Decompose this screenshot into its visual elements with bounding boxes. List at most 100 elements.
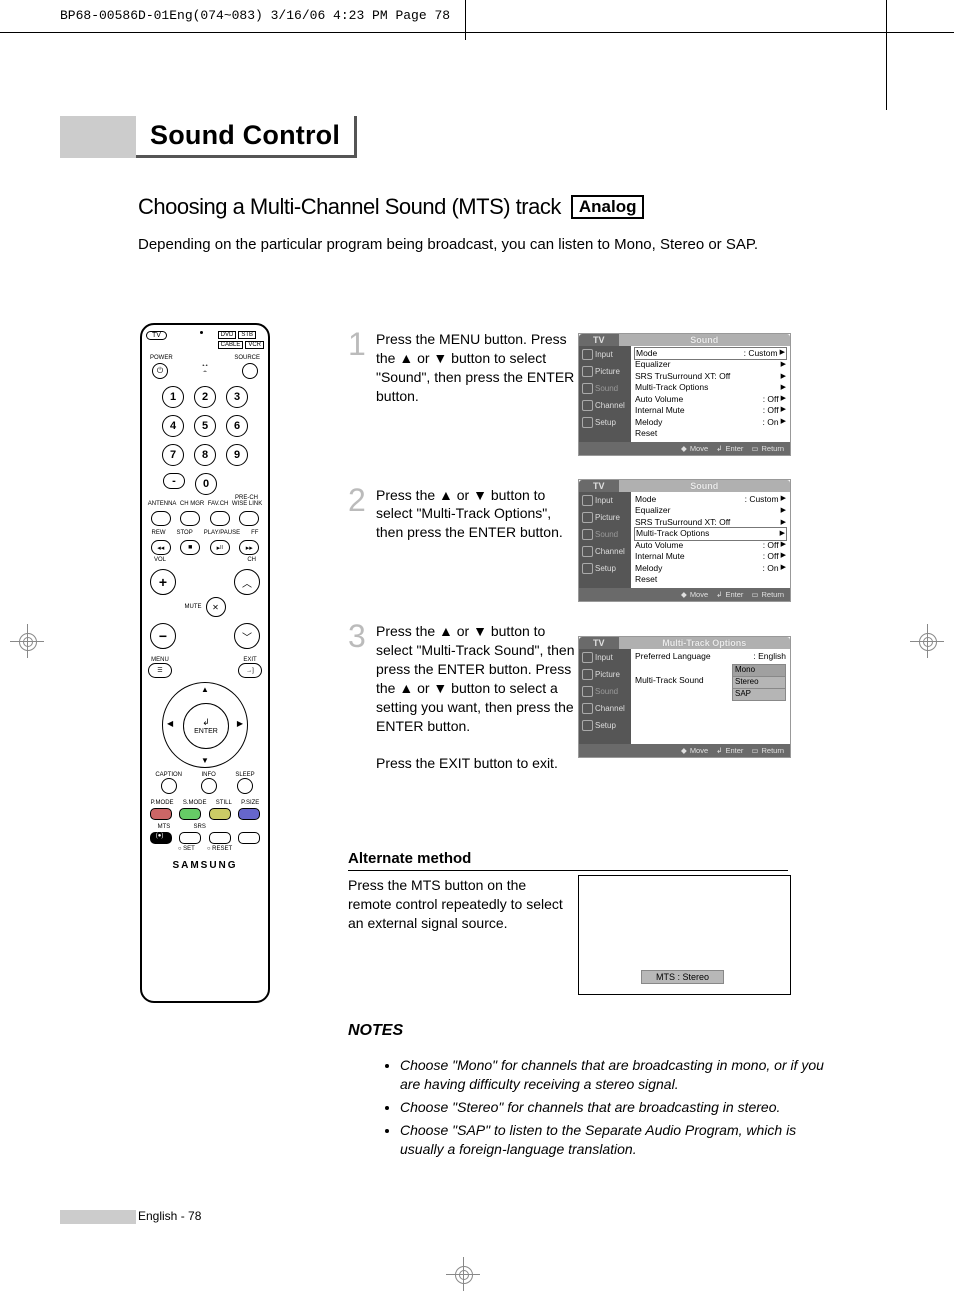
remote-dot [200, 331, 203, 334]
still-label: STILL [216, 800, 232, 806]
osd-header: TV Sound [579, 334, 790, 346]
step-1: 1 Press the MENU button. Press the ▲ or … [348, 330, 578, 406]
osd-title: Sound [619, 480, 790, 492]
num-7: 7 [162, 444, 184, 466]
osd-row: Equalizer▶ [635, 359, 786, 370]
remote-illustration: TV DVDSTB CABLEVCR POWER SOURCE ⏻ •·•·•·… [140, 323, 270, 1003]
osd-screenshot-1: TV Sound Input Picture Sound Channel Set… [578, 333, 791, 456]
play-label: PLAY/PAUSE [204, 530, 240, 536]
stop-button: ■ [180, 540, 200, 555]
osd-body: Input Picture Sound Channel Setup Mode: … [579, 346, 790, 442]
ch-up: ︿ [234, 569, 260, 595]
header-crop-info: BP68-00586D-01Eng(074~083) 3/16/06 4:23 … [60, 8, 450, 23]
step-number: 3 [348, 622, 370, 773]
source-button [242, 363, 258, 379]
info-label: INFO [201, 772, 217, 778]
page-footer: English - 78 [138, 1209, 201, 1223]
blue-button [238, 808, 260, 820]
osd-screenshot-3: TV Multi-Track Options Input Picture Sou… [578, 636, 791, 758]
stb-button: STB [238, 331, 256, 339]
pmode-label: P.MODE [151, 800, 174, 806]
osd-row: Mode: Custom▶ [635, 494, 786, 505]
input-icon [582, 495, 593, 506]
return-hint: ▭ Return [751, 746, 784, 755]
side-channel: Channel [579, 700, 631, 717]
button [209, 832, 231, 844]
section-title: Sound Control [136, 116, 357, 158]
num-row: 123 [146, 386, 264, 408]
note-item: Choose "Mono" for channels that are broa… [400, 1056, 830, 1094]
side-sound: Sound [579, 380, 631, 397]
mute-label: MUTE [185, 604, 202, 610]
step-number: 2 [348, 486, 370, 543]
chmgr-label: CH MGR [180, 501, 204, 507]
osd-title: Sound [619, 334, 790, 346]
power-source-labels: POWER SOURCE [146, 355, 264, 361]
osd-sidebar: Input Picture Sound Channel Setup [579, 492, 631, 588]
osd-sidebar: Input Picture Sound Channel Setup [579, 346, 631, 442]
yellow-button [209, 808, 231, 820]
osd-footer: ◆ Move ↲ Enter ▭ Return [579, 442, 790, 455]
vol-label: VOL [154, 557, 166, 563]
sleep-button [237, 778, 253, 794]
num-8: 8 [194, 444, 216, 466]
num-3: 3 [226, 386, 248, 408]
up-arrow-icon: ▲ [201, 685, 209, 694]
color-buttons [146, 808, 264, 820]
osd-row: Preferred Language: English [635, 651, 786, 662]
mts-button: (●) [150, 832, 172, 844]
tv-tab: TV [579, 637, 619, 649]
mts-screenshot: MTS : Stereo [578, 875, 791, 995]
num-6: 6 [226, 415, 248, 437]
crop-mark [0, 32, 954, 33]
stop-label: STOP [176, 530, 192, 536]
green-button [179, 808, 201, 820]
side-picture: Picture [579, 666, 631, 683]
favch-label: FAV.CH [208, 501, 229, 507]
step-number: 1 [348, 330, 370, 406]
power-label: POWER [150, 355, 173, 361]
dpad: ▲ ▼ ◀ ▶ ↲ENTER [162, 682, 248, 768]
channel-icon [582, 546, 593, 557]
vol-ch-labels: VOLCH [146, 557, 264, 563]
remote-top-row: TV DVDSTB CABLEVCR [146, 331, 264, 349]
play-button: ▸II [210, 540, 230, 555]
sound-icon [582, 529, 593, 540]
ch-down: ﹀ [234, 623, 260, 649]
osd-row: Equalizer▶ [635, 505, 786, 516]
source-btns: DVDSTB CABLEVCR [218, 331, 264, 349]
osd-header: TV Sound [579, 480, 790, 492]
setup-icon [582, 720, 593, 731]
osd-header: TV Multi-Track Options [579, 637, 790, 649]
step-text: Press the ▲ or ▼ button to select "Multi… [376, 486, 578, 543]
osd-row-highlight: Multi-Track Options▶ [634, 527, 787, 540]
move-hint: ◆ Move [681, 444, 708, 453]
left-arrow-icon: ◀ [167, 719, 173, 728]
osd-row: Auto Volume: Off▶ [635, 540, 786, 551]
srs-label: SRS [194, 824, 206, 830]
crop-mark [886, 0, 887, 110]
osd-footer: ◆ Move ↲ Enter ▭ Return [579, 744, 790, 757]
transport-buttons: ◂◂■▸II▸▸ [146, 540, 264, 555]
num-0: 0 [195, 473, 217, 495]
registration-mark [910, 624, 944, 658]
mute-button: ✕ [206, 597, 226, 617]
step-3: 3 Press the ▲ or ▼ button to select "Mul… [348, 622, 578, 773]
mode-labels: P.MODE S.MODE STILL P.SIZE [146, 800, 264, 806]
osd-row: Internal Mute: Off▶ [635, 405, 786, 416]
picture-icon [582, 366, 593, 377]
return-hint: ▭ Return [751, 444, 784, 453]
dash-button: - [163, 473, 185, 489]
set-reset: ○ SET ○ RESET [146, 846, 264, 852]
mts-overlay-label: MTS : Stereo [641, 970, 724, 984]
subtitle-text: Choosing a Multi-Channel Sound (MTS) tra… [138, 194, 561, 220]
b [210, 511, 230, 526]
side-input: Input [579, 346, 631, 363]
side-picture: Picture [579, 363, 631, 380]
channel-icon [582, 400, 593, 411]
enter-button: ↲ENTER [183, 703, 229, 749]
registration-mark [10, 624, 44, 658]
exit-label: EXIT [238, 657, 262, 663]
red-button [150, 808, 172, 820]
wiselink-label: WISE LINK [232, 501, 262, 507]
